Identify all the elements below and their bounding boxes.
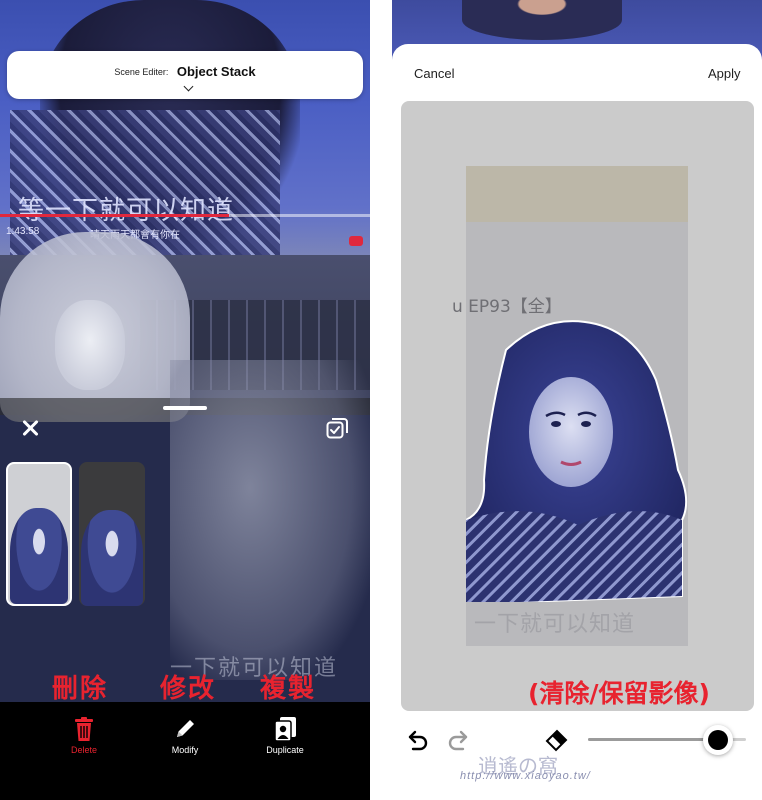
- annotation-delete: 刪除: [52, 674, 109, 704]
- pencil-icon: [177, 720, 194, 737]
- delete-button-label: Delete: [70, 745, 97, 755]
- close-icon[interactable]: [20, 418, 40, 438]
- eraser-icon[interactable]: [544, 726, 570, 752]
- scene-editor-label: Scene Editer:: [114, 66, 169, 77]
- layer-thumbnail[interactable]: [79, 462, 145, 606]
- brush-size-slider-handle[interactable]: [702, 725, 733, 755]
- layer-thumbnail-image: [81, 510, 143, 606]
- source-photo-top: [466, 166, 688, 222]
- background-person: [462, 0, 622, 40]
- duplicate-icon: [274, 717, 296, 742]
- object-cutout-face: [55, 300, 125, 390]
- left-phone-screen: 等一下就可以知道 1:43:58 晴天雨天都會有你在 Scene Editer:…: [0, 0, 370, 800]
- annotation-erase-keep: (清除/保留影像): [528, 679, 710, 708]
- sheet-drag-handle[interactable]: [163, 406, 207, 410]
- layer-thumbnail-selected[interactable]: [6, 462, 72, 606]
- annotation-duplicate: 複製: [260, 674, 317, 704]
- video-progress-remaining: [229, 214, 370, 217]
- modify-button-label: Modify: [171, 745, 199, 755]
- undo-icon[interactable]: [406, 728, 430, 752]
- source-photo-subtitle: 一下就可以知道: [474, 612, 636, 637]
- right-phone-screen: Cancel Apply u EP93【全】 一下就可以知道 (清除/保留影像)…: [392, 0, 762, 800]
- youtube-logo-icon: [349, 236, 363, 246]
- video-progress-played: [0, 214, 229, 217]
- cutout-person[interactable]: [466, 320, 690, 602]
- brush-size-slider-fill: [588, 738, 718, 741]
- duplicate-button[interactable]: Duplicate: [255, 716, 315, 755]
- delete-button[interactable]: Delete: [54, 716, 114, 755]
- video-time: 1:43:58: [6, 226, 40, 237]
- chevron-down-icon: [183, 81, 194, 92]
- layer-thumbnail-image: [10, 508, 68, 604]
- scene-editor-selector[interactable]: Scene Editer: Object Stack: [7, 51, 363, 99]
- redo-icon[interactable]: [446, 728, 470, 752]
- modify-button[interactable]: Modify: [155, 716, 215, 755]
- duplicate-button-label: Duplicate: [266, 745, 304, 755]
- apply-button[interactable]: Apply: [708, 66, 741, 81]
- screenshot-divider: [370, 0, 392, 800]
- scene-editor-value: Object Stack: [176, 64, 256, 80]
- trash-icon: [75, 717, 93, 741]
- video-subtitle: 等一下就可以知道: [18, 196, 235, 226]
- annotation-modify: 修改: [160, 674, 217, 704]
- source-photo-text: u EP93【全】: [452, 297, 562, 317]
- cancel-button[interactable]: Cancel: [414, 66, 454, 81]
- watermark-url: http://www.xiaoyao.tw/: [460, 770, 591, 782]
- select-layers-icon[interactable]: [326, 417, 348, 439]
